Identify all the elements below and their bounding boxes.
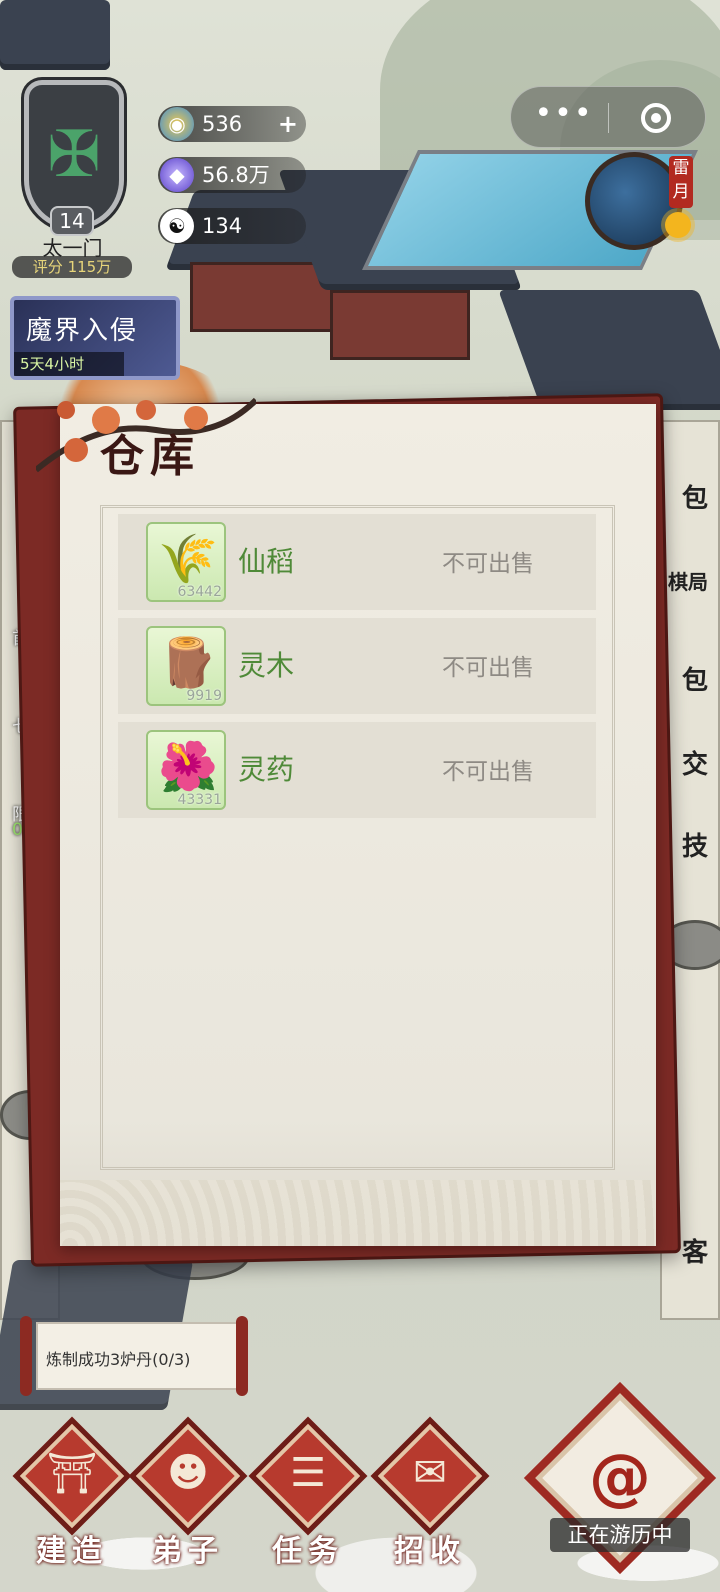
calendar-month: 雷月: [669, 156, 693, 208]
demon-invasion-event[interactable]: 魔界入侵 5天4小时: [10, 296, 180, 380]
item-name: 仙稻: [238, 545, 295, 578]
item-status: 不可出售: [442, 551, 534, 577]
resource-value: 56.8万: [202, 163, 270, 187]
resource-yin-yang[interactable]: ☯ 134: [158, 208, 306, 244]
more-button[interactable]: •••: [529, 87, 599, 149]
task-text: 炼制成功3炉丹(0/3): [46, 1350, 191, 1369]
rice-icon: 🌾: [158, 531, 218, 587]
wave-pattern-decoration: [60, 1180, 656, 1246]
list-item[interactable]: 🌺 43331 灵药 不可出售: [118, 722, 596, 818]
task-scroll[interactable]: 炼制成功3炉丹(0/3): [14, 1316, 248, 1396]
resource-spirit-stone[interactable]: ◉ 536 +: [158, 106, 306, 142]
item-name: 灵药: [238, 753, 295, 786]
sword-emblem-icon: ✠: [47, 118, 101, 192]
yin-yang-icon: ☯: [160, 209, 194, 243]
resource-value: 536: [202, 112, 243, 136]
nav-recruit-button[interactable]: ✉ 招收: [370, 1416, 490, 1580]
recruit-icon: ✉: [413, 1450, 447, 1496]
flower-herb-icon: 🌺: [158, 739, 218, 795]
list-item[interactable]: 🪵 9919 灵木 不可出售: [118, 618, 596, 714]
travel-button[interactable]: @ 正在游历中: [523, 1381, 717, 1586]
disciple-icon: ☻: [167, 1450, 209, 1496]
swirl-icon: @: [589, 1440, 651, 1513]
item-count: 63442: [177, 584, 222, 600]
item-name: 灵木: [238, 649, 295, 682]
close-button[interactable]: [621, 87, 691, 149]
item-icon-frame: 🌺 43331: [146, 730, 226, 810]
item-count: 9919: [186, 688, 222, 704]
nav-label: 招收: [394, 1534, 466, 1569]
sun-icon: [665, 212, 691, 238]
item-count: 43331: [177, 792, 222, 808]
nav-build-button[interactable]: ⛩ 建造: [12, 1416, 132, 1580]
travel-status: 正在游历中: [550, 1518, 690, 1552]
wood-log-icon: 🪵: [158, 635, 218, 691]
nav-label: 建造: [36, 1534, 108, 1569]
item-status: 不可出售: [442, 655, 534, 681]
task-icon: ☰: [290, 1450, 326, 1496]
crystal-icon: ◆: [160, 158, 194, 192]
event-timer: 5天4小时: [14, 352, 124, 376]
sect-score: 评分 115万: [12, 256, 132, 278]
item-icon-frame: 🌾 63442: [146, 522, 226, 602]
nav-label: 弟子: [152, 1534, 224, 1569]
nav-label: 任务: [272, 1534, 344, 1569]
event-title: 魔界入侵: [26, 316, 139, 346]
spirit-stone-icon: ◉: [160, 107, 194, 141]
target-close-icon: [641, 103, 671, 133]
miniprogram-capsule: •••: [510, 86, 706, 148]
resource-crystal[interactable]: ◆ 56.8万: [158, 157, 306, 193]
dialog-title: 仓库: [100, 431, 200, 482]
nav-disciple-button[interactable]: ☻ 弟子: [128, 1416, 248, 1580]
resource-value: 134: [202, 214, 243, 238]
build-icon: ⛩: [46, 1451, 98, 1497]
sect-badge[interactable]: ✠ 14 太一门 评分 115万: [10, 80, 135, 280]
item-status: 不可出售: [442, 759, 534, 785]
nav-task-button[interactable]: ☰ 任务: [248, 1416, 368, 1580]
calendar-clock[interactable]: 雷月: [585, 152, 695, 252]
item-icon-frame: 🪵 9919: [146, 626, 226, 706]
add-resource-button[interactable]: +: [278, 106, 298, 142]
list-item[interactable]: 🌾 63442 仙稻 不可出售: [118, 514, 596, 610]
